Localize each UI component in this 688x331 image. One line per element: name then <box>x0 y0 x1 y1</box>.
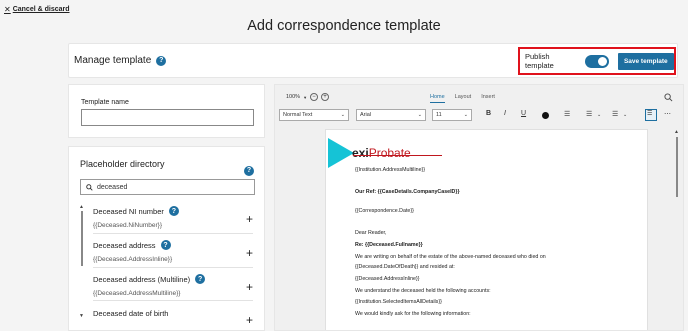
help-icon[interactable]: ? <box>195 274 206 284</box>
italic-icon[interactable]: I <box>504 110 506 117</box>
doc-line: We understand the deceased held the foll… <box>355 288 491 294</box>
doc-line: We would kindly ask for the following in… <box>355 311 471 317</box>
placeholder-item-token: {{Deceased.AddressMultiline}} <box>93 290 181 297</box>
doc-line: {{Institution.AddressMultiline}} <box>355 167 426 173</box>
placeholder-item-label: Deceased NI number <box>93 206 164 216</box>
placeholder-item: Deceased NI number? {{Deceased.NiNumber}… <box>93 206 253 229</box>
logo-text: exiProbate <box>352 146 411 160</box>
doc-line: {{Correspondence.Date}} <box>355 208 414 214</box>
publish-template-label: Publish template <box>525 52 554 70</box>
add-placeholder-icon[interactable]: + <box>246 280 253 294</box>
manage-template-heading: Manage template ? <box>74 55 167 66</box>
logo-triangle <box>328 138 354 168</box>
chevron-down-icon: ⌄ <box>417 112 422 118</box>
cancel-discard-label: Cancel & discard <box>12 6 70 13</box>
template-name-label: Template name <box>81 99 129 106</box>
font-size-value: 11 <box>436 112 442 118</box>
more-options-icon[interactable]: ⋯ <box>664 110 671 118</box>
chevron-down-icon[interactable]: ▼ <box>303 95 307 100</box>
placeholder-item-token: {{Deceased.NiNumber}} <box>93 222 163 229</box>
add-placeholder-icon[interactable]: + <box>246 246 253 260</box>
zoom-in-icon[interactable]: + <box>321 93 330 101</box>
help-icon[interactable]: ? <box>156 55 167 66</box>
add-placeholder-icon[interactable]: + <box>246 212 253 226</box>
doc-line: {{Deceased.DateOfDeath}} and resided at: <box>355 264 455 270</box>
close-icon: ✕ <box>4 5 11 14</box>
doc-line: {{Institution.SelectedItemsAllDetails}} <box>355 299 442 305</box>
template-name-card: Template name <box>68 84 265 138</box>
placeholder-item-label: Deceased address (Multiline) <box>93 274 191 284</box>
numbered-list-icon[interactable]: ☰ <box>586 110 592 118</box>
cancel-discard-link[interactable]: ✕ Cancel & discard <box>4 5 70 14</box>
placeholder-item: Deceased date of birth + <box>93 309 253 327</box>
divider <box>93 267 253 268</box>
toggle-knob <box>597 56 607 66</box>
zoom-control: 100% ▼ − + <box>286 93 330 101</box>
bullet-list-icon[interactable]: ☰ <box>564 110 570 118</box>
doc-line: We are writing on behalf of the estate o… <box>355 254 546 260</box>
publish-template-toggle[interactable] <box>584 54 609 68</box>
document-editor: 100% ▼ − + Home Layout Insert Normal Tex… <box>274 84 684 331</box>
doc-line: {{Deceased.AddressInline}} <box>355 276 420 282</box>
scroll-down-icon[interactable]: ▼ <box>79 313 84 319</box>
logo: exiProbate <box>328 138 411 168</box>
placeholder-item: Deceased address? {{Deceased.AddressInli… <box>93 240 253 263</box>
zoom-level[interactable]: 100% <box>286 94 300 100</box>
chevron-down-icon[interactable]: ⌄ <box>623 112 627 118</box>
underline-icon[interactable]: U <box>521 110 526 117</box>
search-icon <box>86 183 93 191</box>
font-family-value: Arial <box>360 112 372 118</box>
placeholder-directory-title: Placeholder directory <box>80 159 165 169</box>
zoom-out-icon[interactable]: − <box>310 93 319 101</box>
placeholder-search-input[interactable]: deceased <box>80 179 255 195</box>
divider <box>93 233 253 234</box>
text-color-icon[interactable] <box>542 112 549 119</box>
doc-line: Re: {{Deceased.Fullname}} <box>355 242 423 248</box>
paragraph-style-select[interactable]: Normal Text ⌄ <box>279 109 349 121</box>
font-size-select[interactable]: 11 ⌄ <box>432 109 472 121</box>
paragraph-style-value: Normal Text <box>283 112 313 118</box>
placeholder-directory-card: Placeholder directory ? deceased ▲ ▼ Dec… <box>68 146 265 331</box>
page-title: Add correspondence template <box>247 18 441 34</box>
manage-template-card: Manage template ? Publish template Save … <box>68 43 678 78</box>
divider <box>93 300 253 301</box>
logo-underline <box>353 155 442 156</box>
align-left-glyph: ☰ <box>647 111 653 117</box>
scroll-up-icon[interactable]: ▲ <box>79 204 84 210</box>
add-placeholder-icon[interactable]: + <box>246 313 253 327</box>
template-name-input[interactable] <box>81 109 254 126</box>
help-icon[interactable]: ? <box>168 206 179 216</box>
checklist-icon[interactable]: ☰ <box>612 110 618 118</box>
document-page[interactable]: exiProbate {{Institution.AddressMultilin… <box>325 129 648 330</box>
placeholder-item: Deceased address (Multiline)? {{Deceased… <box>93 274 253 297</box>
bold-icon[interactable]: B <box>486 110 491 117</box>
scroll-up-icon[interactable]: ▲ <box>674 129 679 135</box>
tab-home[interactable]: Home <box>430 94 445 103</box>
font-family-select[interactable]: Arial ⌄ <box>356 109 426 121</box>
formatting-toolbar: Normal Text ⌄ Arial ⌄ 11 ⌄ B I U ☰ ☰ ⌄ ☰ ⌄ … <box>277 109 681 123</box>
save-template-button[interactable]: Save template <box>617 52 674 70</box>
placeholder-item-token: {{Deceased.AddressInline}} <box>93 256 173 263</box>
search-value: deceased <box>97 183 128 191</box>
doc-line: Dear Reader, <box>355 230 387 236</box>
manage-template-title: Manage template <box>74 55 152 66</box>
publish-actions-highlight: Publish template Save template <box>518 47 676 75</box>
editor-tabs: Home Layout Insert <box>430 94 495 103</box>
placeholder-item-label: Deceased date of birth <box>93 309 169 318</box>
chevron-down-icon: ⌄ <box>463 112 468 118</box>
tab-insert[interactable]: Insert <box>481 94 495 103</box>
chevron-down-icon[interactable]: ⌄ <box>597 112 601 118</box>
help-icon[interactable]: ? <box>160 240 171 250</box>
doc-line: Our Ref: {{CaseDetails.CompanyCaseID}} <box>355 189 460 195</box>
search-icon[interactable] <box>664 93 673 102</box>
scrollbar-thumb[interactable] <box>81 211 83 266</box>
chevron-down-icon: ⌄ <box>340 112 345 118</box>
tab-layout[interactable]: Layout <box>455 94 472 103</box>
placeholder-item-label: Deceased address <box>93 240 156 250</box>
scrollbar-thumb[interactable] <box>676 137 678 197</box>
help-icon[interactable]: ? <box>244 165 254 176</box>
